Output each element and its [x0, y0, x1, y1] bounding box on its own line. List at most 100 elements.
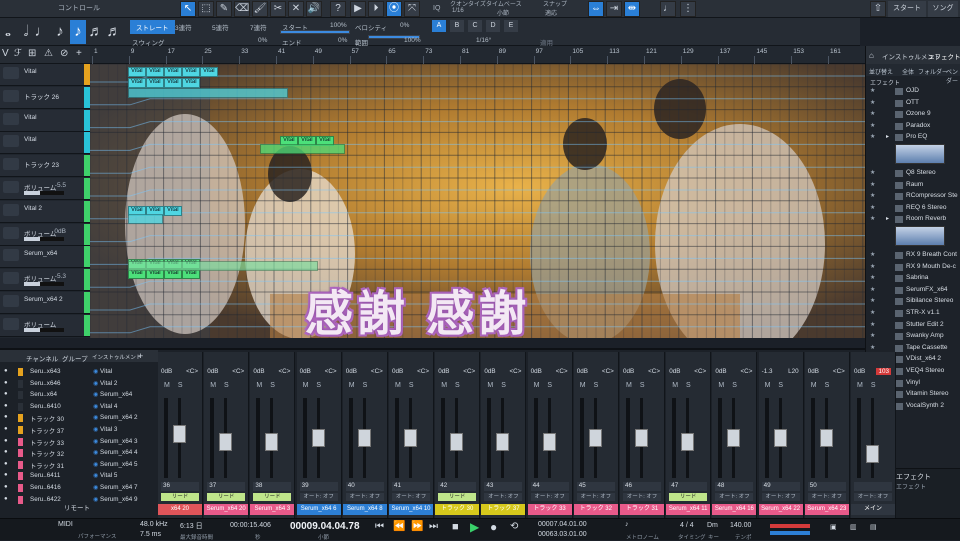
fader-knob[interactable] — [681, 433, 695, 451]
channel-list-item[interactable]: ● Seru..6416 — [2, 482, 90, 494]
favorite-star-icon[interactable]: ★ — [870, 204, 875, 211]
automation-mode[interactable]: リード — [253, 493, 292, 501]
automation-mode[interactable]: オート: オフ — [576, 493, 615, 501]
arrange-view[interactable]: Vital Vital Vital Vital Vital Vital Vital Vital… — [90, 64, 865, 338]
channel-pan[interactable]: <C> — [325, 368, 337, 375]
favorite-star-icon[interactable]: ★ — [870, 297, 875, 304]
fader-knob[interactable] — [496, 433, 510, 451]
track-header[interactable]: ボリューム — [0, 314, 90, 337]
fader-knob[interactable] — [866, 445, 879, 463]
effect-item[interactable]: ★ Stutter Edit 2 — [866, 320, 960, 331]
effect-item[interactable]: ★ ▸ Pro EQ — [866, 132, 960, 143]
effect-item[interactable]: ★ Sabrina — [866, 273, 960, 284]
instrument-list-item[interactable]: ◉ Serum_x64 5 — [92, 459, 156, 471]
visibility-icon[interactable]: ● — [4, 472, 8, 478]
mute-solo-buttons[interactable]: MS — [857, 382, 884, 389]
fader-knob[interactable] — [542, 433, 556, 451]
key[interactable]: Dm — [707, 522, 718, 529]
mute-solo-buttons[interactable]: MS — [349, 382, 376, 389]
effect-item[interactable]: ★ OJD — [866, 86, 960, 97]
metronome-icon[interactable]: ♩ — [660, 1, 676, 17]
visibility-icon[interactable]: ● — [4, 368, 8, 374]
triplet-button[interactable]: 3連符 — [175, 22, 192, 32]
channel-list-item[interactable]: ● トラック 30 — [2, 412, 90, 424]
channel-volume[interactable]: 0dB — [161, 368, 172, 375]
mute-solo-buttons[interactable]: MS — [210, 382, 237, 389]
stop-icon[interactable]: ■ — [452, 521, 459, 533]
eraser-tool-icon[interactable]: ⌫ — [234, 1, 250, 17]
effect-item[interactable]: ★ RX 9 Mouth De-c — [866, 262, 960, 273]
help-icon[interactable]: ? — [330, 1, 346, 17]
automation-mode[interactable]: オート: オフ — [345, 493, 384, 501]
favorite-star-icon[interactable]: ★ — [870, 192, 875, 199]
track-header[interactable]: Vital 2 — [0, 200, 90, 223]
clip[interactable]: Vital — [164, 78, 182, 88]
grid-c-button[interactable]: C — [468, 20, 482, 32]
paint-tool-icon[interactable]: 🖌 — [252, 1, 268, 17]
effect-item[interactable]: ★ Swanky Amp — [866, 331, 960, 342]
sixteenth-note-icon[interactable]: ♪ — [70, 20, 86, 44]
visibility-icon[interactable]: ● — [4, 403, 8, 409]
instrument-list-item[interactable]: ◉ Serum_x64 9 — [92, 494, 156, 506]
favorite-star-icon[interactable]: ★ — [870, 215, 875, 222]
metronome-label-icon[interactable]: ♪ — [625, 521, 629, 528]
mute-solo-buttons[interactable]: MS — [164, 382, 191, 389]
mute-solo-buttons[interactable]: MS — [303, 382, 330, 389]
automation-mode[interactable]: リード — [669, 493, 708, 501]
visibility-icon[interactable]: ● — [4, 426, 8, 432]
clip[interactable]: Vital — [164, 206, 182, 216]
play-icon[interactable]: ▶ — [470, 520, 479, 534]
add-instrument-icon[interactable]: + — [138, 351, 143, 361]
grid-select[interactable]: 1/16° — [476, 37, 491, 44]
start-slider[interactable] — [280, 30, 350, 34]
song-button[interactable]: ソング — [928, 1, 958, 17]
mute-solo-buttons[interactable]: MS — [534, 382, 561, 389]
quintuplet-button[interactable]: 5連符 — [212, 22, 229, 32]
fader-knob[interactable] — [635, 429, 648, 447]
visibility-icon[interactable]: ● — [4, 414, 8, 420]
channel-volume[interactable]: 0dB — [715, 368, 726, 375]
effect-item[interactable]: ★ OTT — [866, 98, 960, 109]
channel-pan[interactable]: <C> — [186, 368, 198, 375]
whole-note-icon[interactable]: 𝅝 — [0, 20, 16, 44]
clip[interactable]: Vital — [200, 67, 218, 77]
channel-volume[interactable]: 0dB — [300, 368, 311, 375]
clip[interactable] — [260, 144, 345, 154]
fader-knob[interactable] — [357, 429, 371, 447]
effect-item[interactable]: ★ ▸ Room Reverb — [866, 214, 960, 225]
channel-volume[interactable]: 0dB — [392, 368, 403, 375]
edit-icon[interactable]: V — [2, 48, 9, 59]
zoom-tool-icon[interactable]: ⦿ — [386, 1, 402, 17]
favorite-star-icon[interactable]: ★ — [870, 344, 875, 351]
fader-knob[interactable] — [450, 433, 464, 451]
septuplet-button[interactable]: 7連符 — [250, 22, 267, 32]
mute-solo-buttons[interactable]: MS — [487, 382, 514, 389]
effect-item[interactable]: ★ SerumFX_x64 — [866, 285, 960, 296]
visibility-icon[interactable]: ● — [4, 391, 8, 397]
eighth-note-icon[interactable]: ♪ — [52, 20, 68, 44]
automation-mode[interactable]: オート: オフ — [484, 493, 523, 501]
visibility-icon[interactable]: ● — [4, 449, 8, 455]
channel-pan[interactable]: <C> — [740, 368, 752, 375]
pencil-tool-icon[interactable]: ✎ — [216, 1, 232, 17]
automation-mode[interactable]: リード — [161, 493, 199, 501]
clip[interactable]: Vital — [146, 78, 164, 88]
automation-mode[interactable]: オート: オフ — [530, 493, 569, 501]
snap-select[interactable]: 適応 — [545, 8, 557, 17]
effect-item[interactable]: ★ Sibilance Stereo — [866, 296, 960, 307]
channel-list-item[interactable]: ● Seru..x64 — [2, 389, 90, 401]
browse-view-icon[interactable]: ▤ — [870, 523, 877, 531]
clip[interactable]: Vital — [182, 67, 200, 77]
effect-item[interactable]: ★ REQ 6 Stereo — [866, 203, 960, 214]
clip[interactable] — [128, 88, 288, 98]
track-header[interactable]: ボリューム 0dB — [0, 223, 90, 246]
grid-d-button[interactable]: D — [486, 20, 500, 32]
record-icon[interactable]: ● — [490, 520, 497, 534]
favorite-star-icon[interactable]: ★ — [870, 99, 875, 106]
bars-display[interactable]: 00009.04.04.78 — [290, 521, 360, 532]
fader-knob[interactable] — [404, 429, 417, 447]
automation-icon[interactable]: ⚠ — [44, 48, 53, 59]
channel-pan[interactable]: <C> — [602, 368, 614, 375]
snap-cursor-icon[interactable]: ⇹ — [624, 1, 640, 17]
automation-mode[interactable]: オート: オフ — [761, 493, 800, 501]
